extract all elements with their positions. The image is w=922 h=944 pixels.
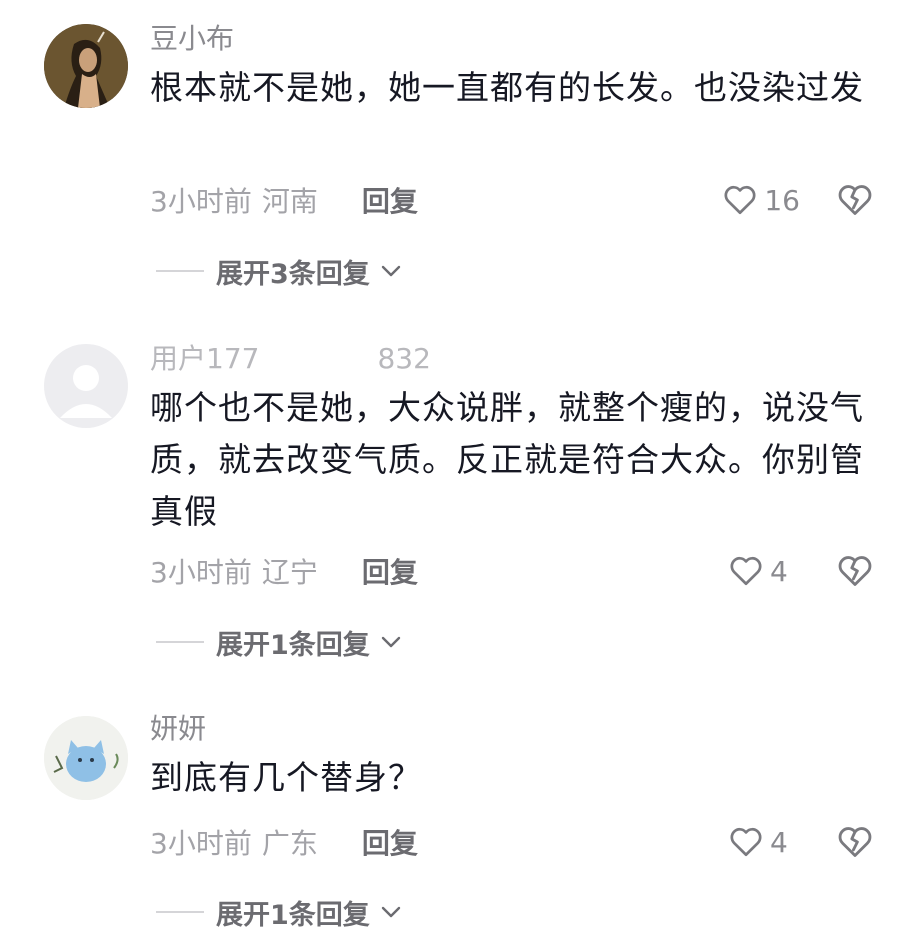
comment-text: 哪个也不是她，大众说胖，就整个瘦的，说没气质，就去改变气质。反正就是符合大众。你…	[150, 388, 864, 531]
like-count: 16	[764, 183, 800, 217]
divider-line	[156, 641, 204, 643]
like-count: 4	[770, 554, 788, 588]
heart-outline-icon	[730, 827, 762, 857]
chevron-down-icon	[380, 635, 402, 649]
expand-replies-label: 展开1条回复	[216, 899, 370, 931]
comment-text: 根本就不是她，她一直都有的长发。也没染过发	[150, 68, 864, 107]
divider-line	[156, 270, 204, 272]
reply-button[interactable]: 回复	[362, 180, 418, 220]
divider-line	[156, 911, 204, 913]
comment-text: 到底有几个替身？	[150, 758, 422, 797]
broken-heart-icon	[838, 827, 872, 857]
broken-heart-icon	[838, 185, 872, 215]
comment-time: 3小时前	[150, 556, 252, 589]
comment-meta: 3小时前 河南 回复	[150, 180, 418, 220]
dislike-button[interactable]	[836, 823, 874, 861]
avatar[interactable]	[44, 344, 128, 428]
avatar[interactable]	[44, 24, 128, 108]
reply-button[interactable]: 回复	[362, 822, 418, 862]
chevron-down-icon	[380, 905, 402, 919]
avatar[interactable]	[44, 716, 128, 800]
expand-replies-button[interactable]: 展开1条回复	[156, 892, 402, 932]
comment-location: 广东	[261, 827, 318, 860]
username-tail: 832	[377, 342, 431, 375]
comment-time: 3小时前	[150, 185, 252, 218]
comment-meta: 3小时前 广东 回复	[150, 822, 418, 862]
reaction-group: 16	[722, 180, 922, 220]
expand-replies-label: 展开3条回复	[216, 258, 370, 290]
username-visible-part: 用户177	[150, 342, 260, 375]
chevron-down-icon	[380, 264, 402, 278]
comment-time: 3小时前	[150, 827, 252, 860]
heart-outline-icon	[724, 185, 756, 215]
comment-location: 河南	[261, 185, 318, 218]
dislike-button[interactable]	[836, 181, 874, 219]
expand-replies-button[interactable]: 展开3条回复	[156, 251, 402, 291]
expand-replies-button[interactable]: 展开1条回复	[156, 622, 402, 662]
username[interactable]: 用户177 832	[150, 342, 431, 376]
like-button[interactable]: 16	[722, 182, 800, 218]
expand-replies-label: 展开1条回复	[216, 629, 370, 661]
heart-outline-icon	[730, 556, 762, 586]
broken-heart-icon	[838, 556, 872, 586]
like-button[interactable]: 4	[728, 824, 800, 860]
dislike-button[interactable]	[836, 552, 874, 590]
reaction-group: 4	[728, 551, 922, 591]
reaction-group: 4	[728, 822, 922, 862]
comment-meta: 3小时前 辽宁 回复	[150, 551, 418, 591]
comment-location: 辽宁	[261, 556, 318, 589]
reply-button[interactable]: 回复	[362, 551, 418, 591]
username[interactable]: 豆小布	[150, 22, 234, 56]
like-count: 4	[770, 825, 788, 859]
like-button[interactable]: 4	[728, 553, 800, 589]
username[interactable]: 妍妍	[150, 712, 206, 746]
